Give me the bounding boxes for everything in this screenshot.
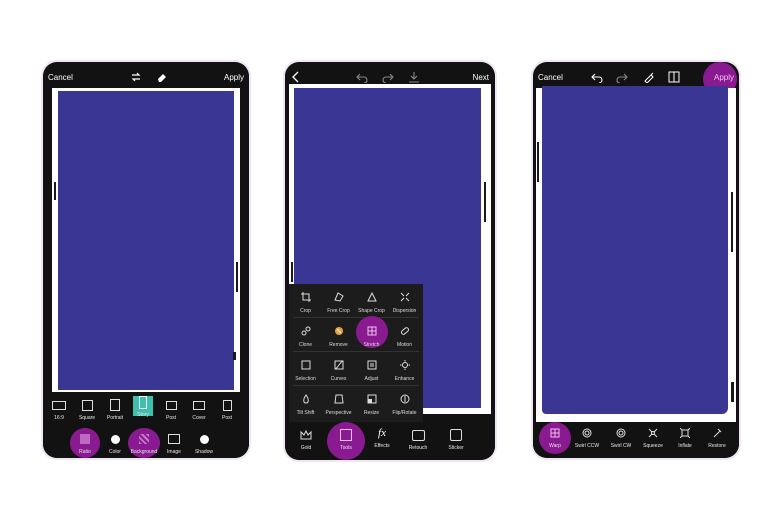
- phone-screen-tools: Next Crop Free Crop Shape Crop Dispersio…: [285, 62, 495, 460]
- apply-button[interactable]: Apply: [224, 73, 244, 82]
- tab-ratio[interactable]: Ratio: [75, 432, 95, 455]
- redo-icon[interactable]: [381, 70, 395, 84]
- texture-speck: [233, 352, 236, 360]
- image-canvas[interactable]: [58, 91, 234, 390]
- tool-swirl-cw[interactable]: Swirl CW: [608, 426, 634, 449]
- tab-retouch[interactable]: Retouch: [407, 428, 429, 451]
- texture-speck: [731, 382, 734, 402]
- ratio-cover[interactable]: Cover: [189, 398, 209, 421]
- redo-icon[interactable]: [615, 70, 629, 84]
- menu-divider: [293, 351, 419, 352]
- next-button[interactable]: Next: [473, 73, 489, 82]
- phone-screen-fit: Cancel Apply 16:9 Square Portrait Story …: [43, 62, 249, 458]
- undo-icon[interactable]: [355, 70, 369, 84]
- tab-shadow[interactable]: Shadow: [194, 432, 214, 455]
- texture-speck: [484, 182, 486, 222]
- tool-perspective[interactable]: Perspective: [322, 392, 355, 416]
- texture-speck: [236, 262, 238, 292]
- tool-restore[interactable]: Restore: [704, 426, 730, 449]
- brush-icon[interactable]: [642, 70, 656, 84]
- tool-free-crop[interactable]: Free Crop: [322, 290, 355, 314]
- tool-tilt-shift[interactable]: Tilt Shift: [289, 392, 322, 416]
- tool-swirl-ccw[interactable]: Swirl CCW: [574, 426, 600, 449]
- tab-gold[interactable]: Gold: [295, 428, 317, 451]
- ratio-16-9[interactable]: 16:9: [49, 398, 69, 421]
- texture-speck: [537, 142, 539, 182]
- tool-inflate[interactable]: Inflate: [672, 426, 698, 449]
- cancel-button[interactable]: Cancel: [538, 73, 563, 82]
- tool-curves[interactable]: Curves: [322, 358, 355, 382]
- tool-clone[interactable]: Clone: [289, 324, 322, 348]
- tab-image[interactable]: Image: [164, 432, 184, 455]
- compare-icon[interactable]: [667, 70, 681, 84]
- tool-selection[interactable]: Selection: [289, 358, 322, 382]
- swap-icon[interactable]: [129, 70, 143, 84]
- apply-button[interactable]: Apply: [714, 73, 734, 82]
- warped-image-canvas[interactable]: [542, 86, 728, 414]
- undo-icon[interactable]: [590, 70, 604, 84]
- ratio-portrait[interactable]: Portrait: [105, 398, 125, 421]
- eraser-icon[interactable]: [155, 70, 169, 84]
- tool-flip-rotate[interactable]: Flip/Rotate: [388, 392, 421, 416]
- menu-divider: [293, 317, 419, 318]
- tool-enhance[interactable]: Enhance: [388, 358, 421, 382]
- top-bar: Cancel Apply: [43, 62, 249, 90]
- tool-stretch[interactable]: Stretch: [355, 324, 388, 348]
- ratio-story[interactable]: Story: [133, 396, 153, 418]
- texture-speck: [291, 262, 293, 282]
- menu-divider: [293, 385, 419, 386]
- tool-resize[interactable]: Resize: [355, 392, 388, 416]
- bottom-panel: Gold Tools fx Effects Retouch Sticker: [285, 422, 495, 460]
- tab-color[interactable]: Color: [105, 432, 125, 455]
- tools-menu: Crop Free Crop Shape Crop Dispersion Clo…: [289, 284, 423, 422]
- ratio-post[interactable]: Post: [161, 398, 181, 421]
- texture-speck: [54, 182, 56, 200]
- tool-remove[interactable]: Remove: [322, 324, 355, 348]
- tool-motion[interactable]: Motion: [388, 324, 421, 348]
- ratio-square[interactable]: Square: [77, 398, 97, 421]
- cancel-button[interactable]: Cancel: [48, 73, 73, 82]
- tab-background[interactable]: Background: [131, 432, 157, 455]
- tab-effects[interactable]: fx Effects: [371, 426, 393, 449]
- ratio-post-2[interactable]: Post: [217, 398, 237, 421]
- tool-crop[interactable]: Crop: [289, 290, 322, 314]
- tool-shape-crop[interactable]: Shape Crop: [355, 290, 388, 314]
- tool-squeeze[interactable]: Squeeze: [640, 426, 666, 449]
- fx-icon: fx: [378, 427, 386, 439]
- texture-speck: [731, 192, 733, 252]
- bottom-panel: 16:9 Square Portrait Story Post Cover Po…: [43, 392, 249, 458]
- download-icon[interactable]: [407, 70, 421, 84]
- tool-warp[interactable]: Warp: [543, 426, 567, 449]
- tab-sticker[interactable]: Sticker: [445, 428, 467, 451]
- bottom-panel: Warp Swirl CCW Swirl CW Squeeze Inflate …: [533, 422, 739, 458]
- tool-dispersion[interactable]: Dispersion: [388, 290, 421, 314]
- phone-screen-warp: Cancel Apply Warp Swirl CCW Swirl CW Squ…: [533, 62, 739, 458]
- tool-adjust[interactable]: Adjust: [355, 358, 388, 382]
- back-icon[interactable]: [289, 70, 303, 84]
- tab-tools[interactable]: Tools: [335, 428, 357, 451]
